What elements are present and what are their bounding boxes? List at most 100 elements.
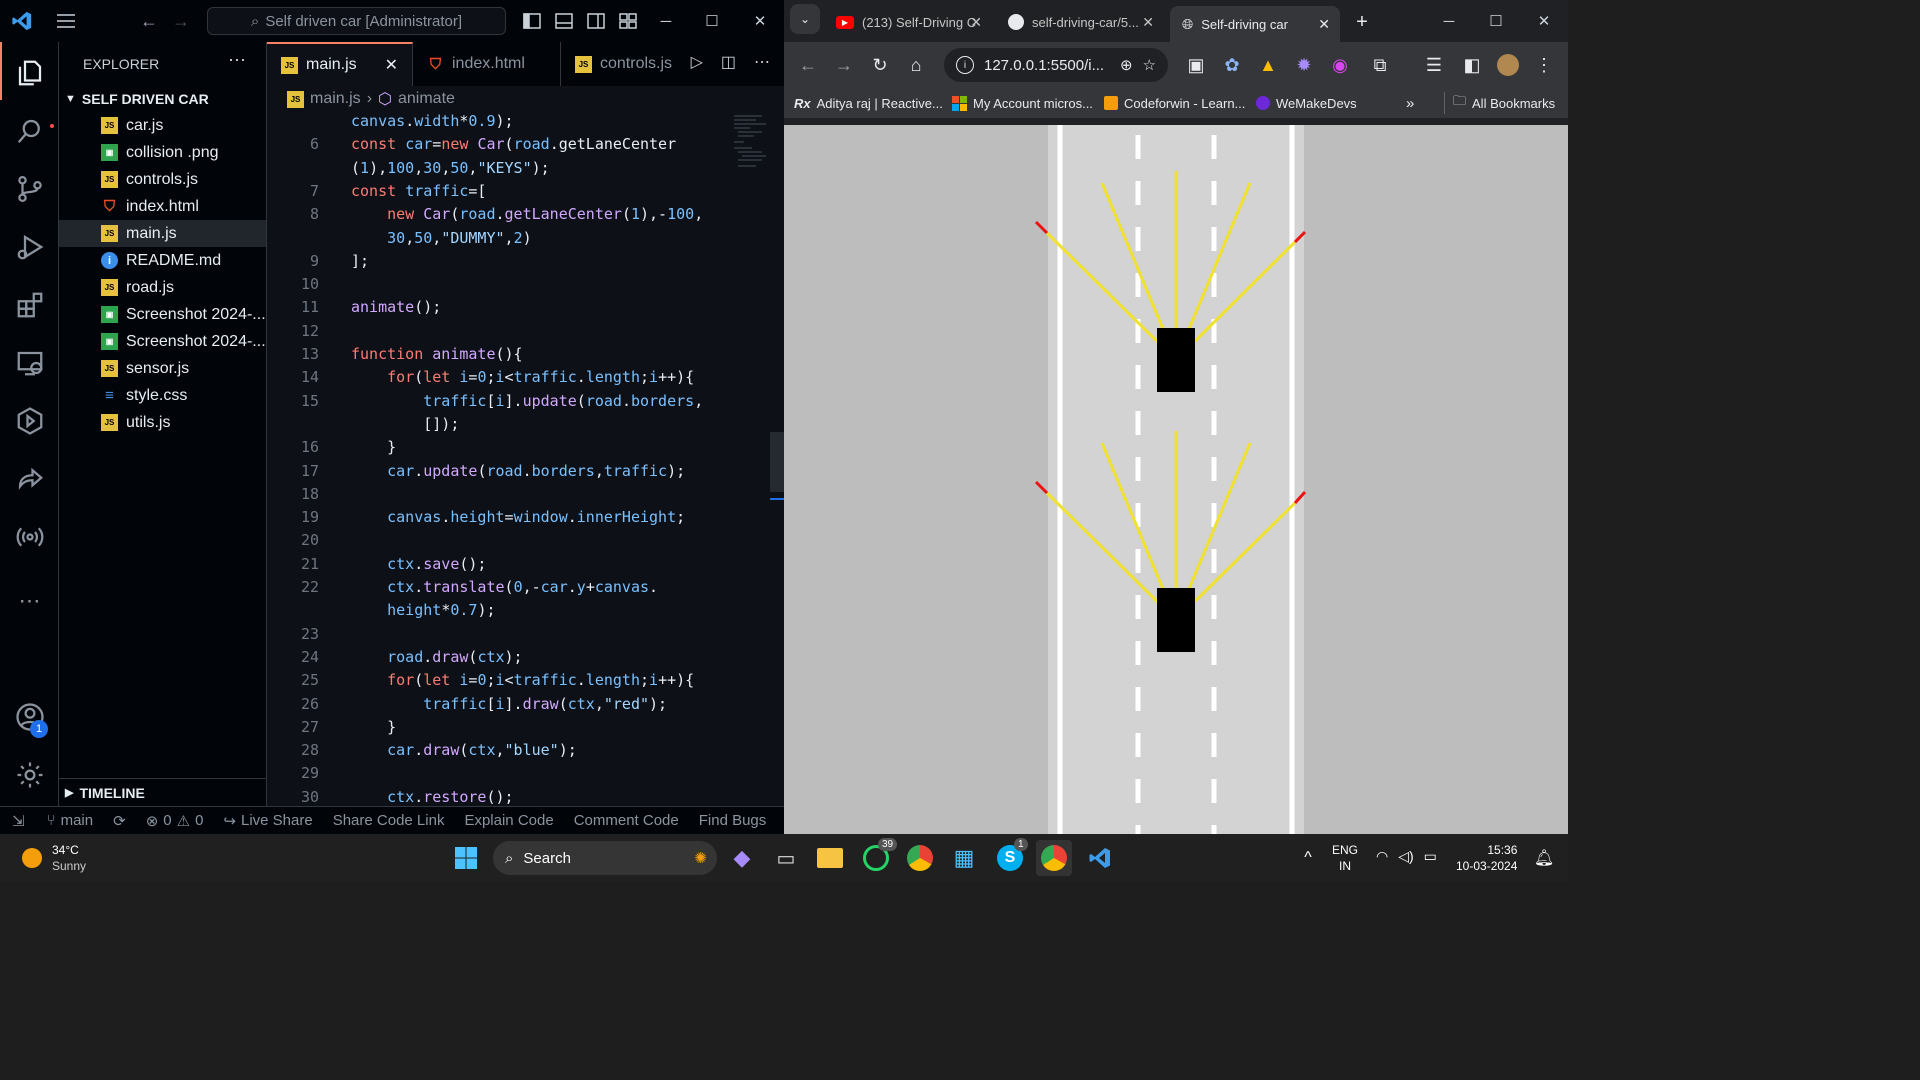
close-button[interactable]: ✕ [737,0,783,42]
task-view-icon[interactable]: ▭ [768,840,804,876]
site-info-icon[interactable]: i [956,56,974,74]
code-line[interactable]: ctx.save(); [351,555,486,573]
extensions-icon[interactable] [0,276,59,334]
problems-indicator[interactable]: ⊗ 0 ⚠ 0 [136,812,214,830]
code-line[interactable]: ]; [351,252,369,270]
bookmark-microsoft[interactable]: My Account micros... [944,95,1101,111]
chrome-menu-icon[interactable]: ⋮ [1526,47,1562,83]
show-hidden-icons[interactable]: ^ [1290,840,1326,876]
breadcrumb-file[interactable]: main.js [310,90,361,108]
folder-header[interactable]: ▼ SELF DRIVEN CAR [59,86,266,112]
command-center[interactable]: ⌕ Self driven car [Administrator] [207,7,506,35]
browser-tab-youtube[interactable]: ▶ (213) Self-Driving C ✕ [824,6,992,38]
run-icon[interactable]: ▷ [691,52,703,72]
clock[interactable]: 15:36 10-03-2024 [1456,842,1517,874]
minimap[interactable] [732,112,772,172]
code-line[interactable]: canvas.width*0.9); [351,112,514,130]
skype-icon[interactable]: S 1 [992,838,1028,876]
more-icon[interactable]: ⋯ [754,52,770,72]
live-share-icon[interactable] [0,450,59,508]
system-tray[interactable]: ◠ ◁) ▭ [1376,848,1437,865]
file-item[interactable]: ▣ Screenshot 2024-... [59,301,266,328]
chrome-icon[interactable] [902,840,938,876]
back-icon[interactable]: ← [790,47,826,83]
testing-icon[interactable] [0,392,59,450]
bookmark-codeforwin[interactable]: Codeforwin - Learn... [1096,96,1253,111]
explorer-icon[interactable] [0,44,59,102]
windows-start-icon[interactable] [448,840,484,876]
bookmark-wemakedevs[interactable]: WeMakeDevs [1248,96,1365,111]
file-item[interactable]: JS controls.js [59,166,266,193]
file-item[interactable]: ▣ Screenshot 2024-... [59,328,266,355]
screen-share-icon[interactable]: ▣ [1178,47,1214,83]
bookmark-star-icon[interactable]: ☆ [1143,56,1156,74]
file-item[interactable]: JS car.js [59,112,266,139]
toggle-sidebar-icon[interactable] [514,0,550,42]
notification-bell-icon[interactable]: 🔔︎ [1526,840,1562,876]
tab-main-js[interactable]: JS main.js ✕ [267,42,413,86]
drive-extension-icon[interactable]: ▲ [1250,47,1286,83]
back-arrow-icon[interactable]: ← [131,0,167,42]
bookmark-aditya[interactable]: Rx Aditya raj | Reactive... [786,96,951,111]
code-line[interactable]: const car=new Car(road.getLaneCenter [351,135,676,153]
maximize-button[interactable]: ☐ [1473,0,1519,42]
minimize-button[interactable]: ─ [643,0,689,42]
file-item[interactable]: JS utils.js [59,409,266,436]
code-editor[interactable]: canvas.width*0.9); 6 const car=new Car(roa… [267,112,727,806]
broadcast-icon[interactable] [0,508,59,566]
code-line[interactable]: ctx.restore(); [351,788,513,806]
code-line[interactable]: []); [351,415,459,433]
code-line[interactable]: height*0.7); [351,601,495,619]
address-bar[interactable]: i 127.0.0.1:5500/i... ⊕ ☆ [944,48,1168,82]
purple-extension-icon[interactable]: ◉ [1322,47,1358,83]
share-code-link-button[interactable]: Share Code Link [323,812,455,829]
close-tab-icon[interactable]: ✕ [970,14,982,31]
vscode-taskbar-icon[interactable] [1082,840,1118,876]
toggle-secondary-sidebar-icon[interactable] [578,0,614,42]
settings-gear-icon[interactable] [0,746,59,804]
code-line[interactable]: car.draw(ctx,"blue"); [351,741,577,759]
file-explorer-icon[interactable] [812,840,848,876]
toggle-panel-icon[interactable] [546,0,582,42]
menu-icon[interactable] [48,0,84,42]
customize-layout-icon[interactable] [610,0,646,42]
code-line[interactable]: traffic[i].draw(ctx,"red"); [351,695,667,713]
more-bookmarks-icon[interactable]: » [1398,95,1422,112]
close-tab-icon[interactable]: ✕ [385,55,398,75]
source-control-icon[interactable] [0,160,59,218]
find-bugs-button[interactable]: Find Bugs [689,812,777,829]
code-line[interactable]: ctx.translate(0,-car.y+canvas. [351,578,658,596]
whatsapp-icon[interactable]: 39 [858,838,898,876]
code-line[interactable]: car.update(road.borders,traffic); [351,462,685,480]
tab-controls-js[interactable]: JS controls.js [561,42,681,86]
home-icon[interactable]: ⌂ [898,47,934,83]
code-line[interactable]: canvas.height=window.innerHeight; [351,508,685,526]
paw-extension-icon[interactable]: ✿ [1214,47,1250,83]
new-tab-button[interactable]: + [1344,4,1380,40]
branch-indicator[interactable]: ⑂ main [37,812,104,829]
weather-widget[interactable]: 34°C Sunny [22,842,86,874]
language-indicator[interactable]: ENG IN [1332,842,1358,874]
accounts-icon[interactable]: 1 [0,688,59,746]
code-line[interactable]: animate(); [351,298,441,316]
browser-tab-github[interactable]: self-driving-car/5... ✕ [996,6,1164,38]
file-item[interactable]: JS sensor.js [59,355,266,382]
run-debug-icon[interactable] [0,218,59,276]
code-line[interactable]: function animate(){ [351,345,523,363]
gear-extension-icon[interactable]: ✹ [1286,47,1322,83]
tab-index-html[interactable]: ⛉ index.html [413,42,561,86]
code-line[interactable]: 30,50,"DUMMY",2) [351,229,532,247]
code-line[interactable]: road.draw(ctx); [351,648,522,666]
copilot-icon[interactable]: ◆ [724,840,760,876]
code-line[interactable]: for(let i=0;i<traffic.length;i++){ [351,671,694,689]
search-icon[interactable] [0,102,59,160]
remote-indicator[interactable]: ⇲ [0,812,37,830]
file-item[interactable]: JS main.js [59,220,266,247]
code-line[interactable]: for(let i=0;i<traffic.length;i++){ [351,368,694,386]
close-button[interactable]: ✕ [1521,0,1567,42]
code-line[interactable]: } [351,718,396,736]
code-line[interactable]: const traffic=[ [351,182,486,200]
live-share-status[interactable]: ↪ Live Share [213,812,322,830]
side-panel-icon[interactable]: ◧ [1454,47,1490,83]
taskbar-search[interactable]: ⌕ Search ✺ [493,841,717,875]
